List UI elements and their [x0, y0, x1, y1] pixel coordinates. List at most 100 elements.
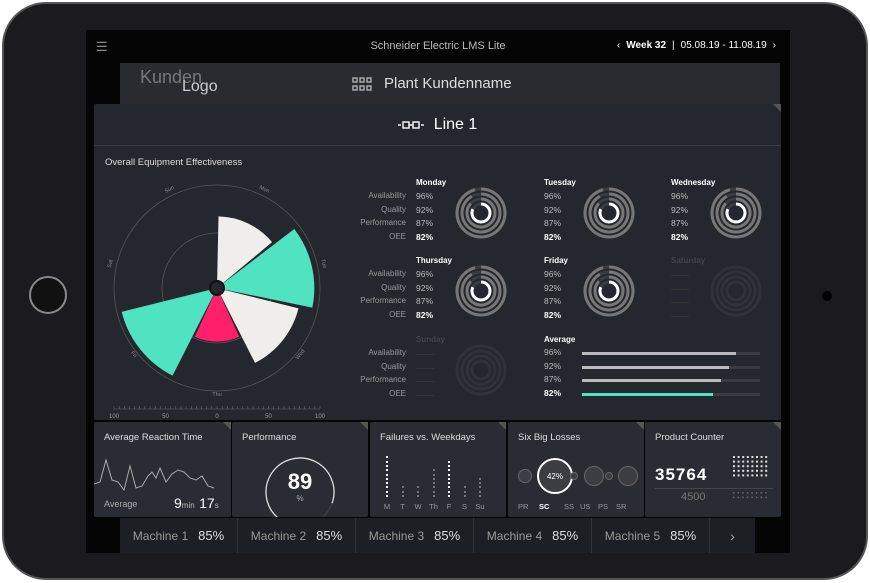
metric-value: 82% — [544, 310, 562, 321]
metric-value: 87% — [416, 296, 434, 307]
counter-dot — [733, 460, 735, 463]
machines-next-button[interactable]: › — [710, 518, 755, 553]
machine-tab-2[interactable]: Machine 2 85% — [238, 518, 356, 553]
week-label: Week 32 — [626, 40, 667, 51]
counter-dot — [737, 456, 740, 458]
failure-dot — [479, 490, 481, 493]
metric-value: 96% — [416, 269, 434, 279]
empty-value — [416, 381, 434, 383]
counter-dot — [737, 474, 740, 477]
average-bar-fill — [582, 352, 736, 355]
failure-dot — [386, 477, 388, 480]
machine-tab-1[interactable]: Machine 1 85% — [120, 518, 238, 553]
date-range: 05.08.19 - 11.08.19 — [680, 40, 767, 51]
counter-dot — [733, 465, 735, 468]
loss-bubble-sr[interactable] — [618, 466, 638, 486]
counter-dot — [765, 456, 768, 458]
weekday-label: M — [383, 502, 391, 511]
polar-label: Wed — [295, 348, 307, 361]
machine-tab-4[interactable]: Machine 4 85% — [474, 518, 592, 553]
average-bar-track — [582, 379, 760, 383]
failure-dot — [386, 464, 388, 467]
day-block-sunday[interactable]: Sunday Availability Quality Performance OEE — [356, 335, 507, 410]
day-block-friday[interactable]: Friday 96% 92% 87% 82% — [484, 256, 635, 331]
day-rings — [710, 265, 762, 317]
counter-dot — [746, 460, 749, 463]
counter-dot — [751, 469, 754, 472]
day-block-thursday[interactable]: Thursday Availability 96% Quality 92% Perform… — [356, 256, 507, 331]
empty-value — [671, 316, 689, 318]
metric-label: Availability — [368, 348, 406, 357]
metric-value: 82% — [544, 232, 562, 243]
empty-value — [416, 354, 434, 355]
loss-bubble-sc[interactable]: 42% — [537, 458, 573, 494]
counter-dot — [737, 460, 740, 463]
performance-unit: % — [296, 494, 304, 503]
counter-dot — [751, 474, 754, 477]
counter-dot — [746, 469, 749, 472]
scale-tick-label: 100 — [315, 414, 326, 420]
failure-dot — [448, 473, 450, 476]
machine-tab-5[interactable]: Machine 5 85% — [592, 518, 710, 553]
counter-dot — [760, 460, 763, 463]
day-block-tuesday[interactable]: Tuesday 96% 92% 87% 82% — [484, 178, 635, 253]
home-button — [29, 276, 67, 314]
machine-value: 85% — [670, 528, 697, 543]
metric-label: Quality — [381, 361, 406, 371]
failure-dot — [448, 490, 450, 493]
metric-value: 87% — [416, 218, 434, 229]
day-name: Thursday — [416, 256, 453, 265]
plant-grid-icon — [352, 76, 372, 91]
polar-center — [209, 280, 225, 296]
failure-dot — [432, 490, 435, 493]
failure-dot — [448, 469, 450, 472]
next-week-button[interactable]: › — [773, 40, 776, 51]
card-product-counter[interactable]: Product Counter 35764 4500 — [645, 422, 781, 517]
average-title: Average — [544, 335, 576, 344]
metric-value: 96% — [671, 191, 689, 201]
counter-dot-grid — [733, 456, 768, 499]
loss-bubble-ps[interactable] — [605, 472, 613, 480]
day-rings — [455, 344, 507, 396]
counter-dot — [751, 465, 754, 468]
average-bar-fill — [582, 365, 730, 369]
card-failures[interactable]: Failures vs. Weekdays M T W Th F S Su — [370, 422, 506, 517]
card-reaction-time[interactable]: Average Reaction Time Average 9min 17s — [94, 422, 231, 517]
card-title: Six Big Losses — [518, 432, 581, 443]
metric-value: 92% — [671, 204, 689, 215]
day-block-wednesday[interactable]: Wednesday 96% 92% 87% 82% — [611, 178, 762, 253]
failure-dot — [386, 469, 388, 472]
card-performance[interactable]: Performance 89 % — [232, 422, 368, 517]
card-six-big-losses[interactable]: Six Big Losses PR 42% SC SS US PS SR — [508, 422, 644, 517]
machine-tab-3[interactable]: Machine 3 85% — [356, 518, 474, 553]
loss-label: SC — [539, 502, 550, 511]
loss-bubble-ss[interactable] — [570, 472, 578, 480]
failure-dot — [386, 456, 388, 459]
empty-value — [416, 367, 434, 369]
failure-dot — [463, 486, 466, 489]
failure-dot — [432, 477, 435, 480]
metric-label: Availability — [368, 191, 406, 200]
loss-bubble-pr[interactable] — [518, 469, 532, 483]
loss-bubble-us[interactable] — [584, 466, 604, 486]
counter-dot — [756, 465, 758, 468]
machine-value: 85% — [552, 528, 579, 543]
day-block-monday[interactable]: Monday Availability 96% Quality 92% Performan… — [356, 178, 507, 253]
prev-week-button[interactable]: ‹ — [617, 40, 620, 51]
day-block-saturday[interactable]: Saturday — [611, 256, 762, 331]
failure-dot — [386, 482, 388, 485]
counter-dot — [765, 460, 768, 463]
metric-label: OEE — [389, 232, 406, 242]
loss-label: US — [580, 502, 591, 511]
plant-title[interactable]: Plant Kundenname — [352, 75, 512, 92]
failure-dot — [386, 460, 388, 463]
plant-name: Plant Kundenname — [384, 75, 512, 92]
machine-name: Machine 5 — [604, 528, 661, 543]
loss-value: 42% — [546, 471, 563, 481]
counter-dot — [760, 465, 763, 468]
divider: | — [672, 40, 675, 51]
counter-dot — [756, 474, 758, 477]
empty-value — [416, 395, 434, 397]
average-time: 9min 17s — [174, 495, 219, 513]
polar-label: Sun — [164, 185, 175, 195]
